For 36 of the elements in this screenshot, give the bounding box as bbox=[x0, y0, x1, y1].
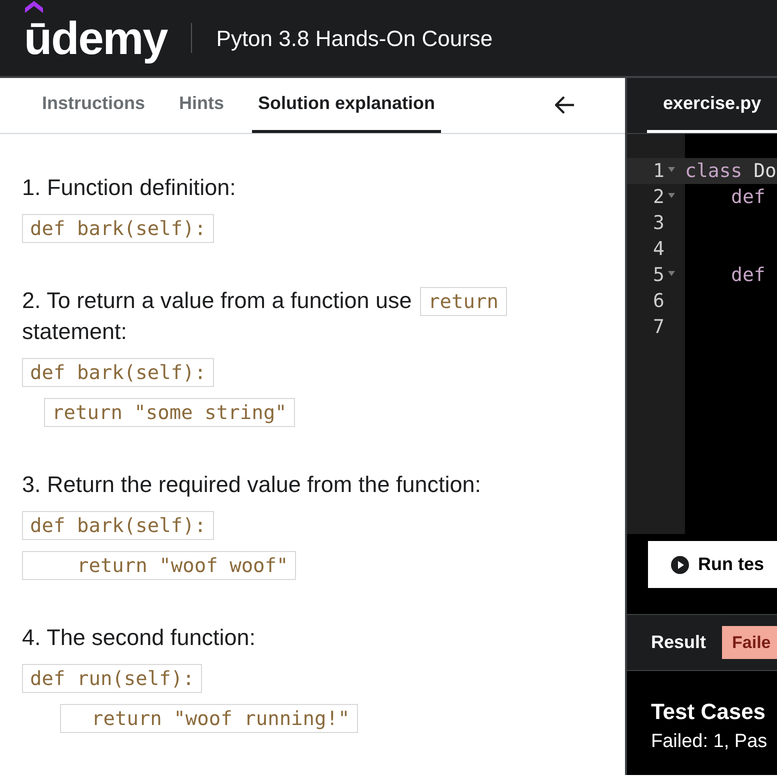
step-text: 3. Return the required value from the function: bbox=[22, 471, 482, 499]
course-title: Pyton 3.8 Hands-On Course bbox=[216, 24, 493, 53]
line-number: 5 bbox=[652, 262, 664, 288]
code-line: def bbox=[730, 262, 766, 288]
code-snippet: return "some string" bbox=[44, 398, 295, 427]
code-snippet: return "woof running!" bbox=[60, 704, 358, 733]
code-snippet: def bark(self): bbox=[22, 358, 214, 387]
logo-chevron-icon bbox=[25, 1, 43, 13]
tab[interactable]: Solution explanation bbox=[252, 78, 442, 133]
line-number: 6 bbox=[652, 288, 664, 314]
run-tests-button[interactable]: Run tes bbox=[648, 541, 777, 588]
test-summary: Failed: 1, Pas bbox=[651, 730, 768, 754]
line-number: 2 bbox=[652, 184, 664, 210]
status-badge: Faile bbox=[722, 626, 777, 660]
logo-text: ūdemy bbox=[24, 15, 168, 61]
test-cases-heading: Test Cases bbox=[651, 698, 767, 726]
line-number: 1 bbox=[652, 158, 664, 184]
step-text: 4. The second function: bbox=[22, 624, 256, 652]
code-line: class Do bbox=[685, 158, 776, 184]
line-number: 7 bbox=[652, 314, 664, 340]
code-snippet: def bark(self): bbox=[22, 214, 214, 243]
code-snippet: def bark(self): bbox=[22, 511, 214, 540]
line-number: 3 bbox=[652, 210, 664, 236]
tab[interactable]: Hints bbox=[173, 78, 230, 133]
code-editor[interactable]: 1 2 3 4 5 6 7 class Do def def bbox=[627, 134, 777, 534]
code-line: def bbox=[730, 184, 766, 210]
step-text: 2. To return a value from a function use return statement: bbox=[22, 285, 603, 347]
back-arrow-icon[interactable] bbox=[555, 96, 575, 114]
line-number: 4 bbox=[652, 236, 664, 262]
inline-code: return bbox=[420, 287, 507, 316]
tab[interactable]: Instructions bbox=[36, 78, 152, 133]
result-label: Result bbox=[651, 631, 706, 654]
code-snippet: def run(self): bbox=[22, 664, 202, 693]
code-snippet: return "woof woof" bbox=[22, 551, 296, 580]
step-text: 1. Function definition: bbox=[22, 174, 237, 202]
play-icon bbox=[670, 554, 690, 574]
